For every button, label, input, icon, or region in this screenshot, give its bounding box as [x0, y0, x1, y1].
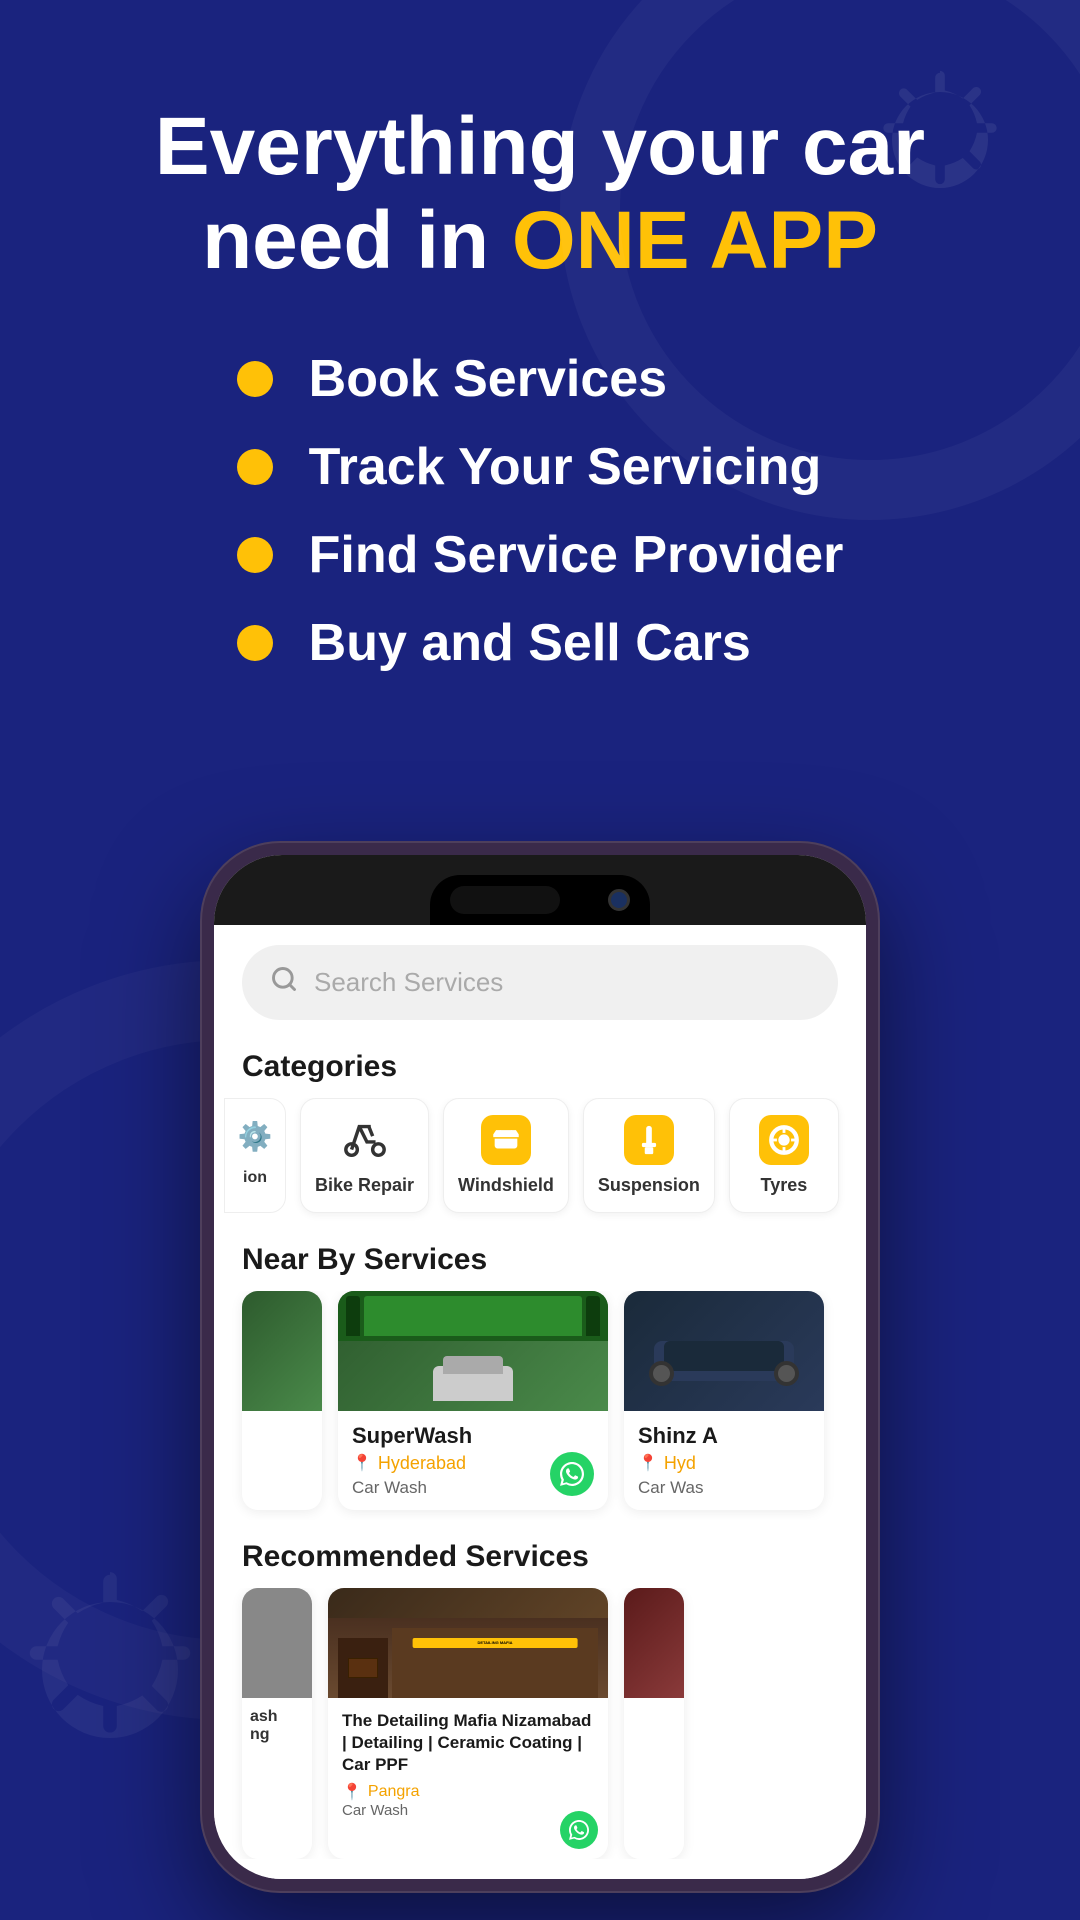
recommended-title: Recommended Services — [214, 1520, 866, 1588]
category-item-tyres[interactable]: Tyres — [729, 1098, 839, 1213]
category-item-bike-repair[interactable]: Bike Repair — [300, 1098, 429, 1213]
suspension-icon — [624, 1115, 674, 1165]
category-item-suspension[interactable]: Suspension — [583, 1098, 715, 1213]
feature-item-track: Track Your Servicing — [237, 437, 844, 497]
notch-pill — [430, 875, 650, 925]
phone-inner: Search Services Categories ⚙️ ion — [214, 855, 866, 1879]
feature-list: Book Services Track Your Servicing Find … — [237, 349, 844, 701]
bullet-dot — [237, 361, 273, 397]
partial-card-img — [242, 1291, 322, 1411]
shinz-location: 📍 Hyd — [638, 1453, 810, 1474]
categories-title: Categories — [214, 1030, 866, 1098]
windshield-icon — [481, 1115, 531, 1165]
partial-rec-img — [242, 1588, 312, 1698]
watermark-gear-top — [820, 20, 1060, 260]
detailing-image: DETAILING MAFIA — [328, 1588, 608, 1698]
tyres-label: Tyres — [761, 1175, 808, 1196]
shinz-info: Shinz A 📍 Hyd Car Was — [624, 1411, 824, 1510]
location-pin-icon: 📍 — [342, 1782, 362, 1802]
category-item-partial[interactable]: ⚙️ ion — [224, 1098, 286, 1213]
detailing-location: 📍 Pangra — [342, 1782, 594, 1802]
nearby-card-partial — [242, 1291, 322, 1510]
dynamic-island — [450, 886, 560, 914]
search-bar[interactable]: Search Services — [242, 945, 838, 1020]
rec-card-detailing-mafia[interactable]: DETAILING MAFIA The Detailing Mafia Niza… — [328, 1588, 608, 1859]
shinz-name: Shinz A — [638, 1423, 810, 1449]
partial-rec-name: ashng — [250, 1708, 304, 1744]
phone-outer: Search Services Categories ⚙️ ion — [200, 841, 880, 1893]
category-label-partial: ion — [243, 1169, 267, 1187]
whatsapp-button-superwash[interactable] — [550, 1452, 594, 1496]
location-pin-icon: 📍 — [352, 1453, 372, 1473]
front-camera — [608, 889, 630, 911]
suspension-label: Suspension — [598, 1175, 700, 1196]
feature-item-find: Find Service Provider — [237, 525, 844, 585]
rec-card-partial-right — [624, 1588, 684, 1859]
phone-status-bar — [214, 855, 866, 925]
search-icon — [270, 965, 298, 1000]
feature-item-book: Book Services — [237, 349, 844, 409]
bullet-dot — [237, 449, 273, 485]
car-body — [433, 1366, 513, 1401]
category-item-windshield[interactable]: Windshield — [443, 1098, 569, 1213]
category-icon-partial: ⚙️ — [233, 1115, 277, 1159]
recommended-row: ashng — [214, 1588, 866, 1859]
nearby-row: SuperWash 📍 Hyderabad Car Wash — [214, 1291, 866, 1520]
shinz-type: Car Was — [638, 1478, 810, 1498]
shinz-image — [624, 1291, 824, 1411]
superwash-image — [338, 1291, 608, 1411]
phone-screen: Search Services Categories ⚙️ ion — [214, 925, 866, 1879]
partial-right-img — [624, 1588, 684, 1698]
search-placeholder: Search Services — [314, 967, 503, 998]
nearby-title: Near By Services — [214, 1223, 866, 1291]
bike-repair-icon — [340, 1115, 390, 1165]
bullet-dot — [237, 625, 273, 661]
location-pin-icon: 📍 — [638, 1453, 658, 1473]
partial-rec-info: ashng — [242, 1698, 312, 1754]
rec-card-partial-left: ashng — [242, 1588, 312, 1859]
detailing-type: Car Wash — [342, 1802, 594, 1819]
superwash-name: SuperWash — [352, 1423, 594, 1449]
feature-item-buy: Buy and Sell Cars — [237, 613, 844, 673]
search-container: Search Services — [214, 925, 866, 1030]
nearby-card-shinz[interactable]: Shinz A 📍 Hyd Car Was — [624, 1291, 824, 1510]
tyres-icon — [759, 1115, 809, 1165]
categories-row: ⚙️ ion Bike Repair — [214, 1098, 866, 1223]
bike-repair-label: Bike Repair — [315, 1175, 414, 1196]
windshield-label: Windshield — [458, 1175, 554, 1196]
whatsapp-button-detailing[interactable] — [560, 1811, 598, 1849]
bullet-dot — [237, 537, 273, 573]
detailing-name: The Detailing Mafia Nizamabad | Detailin… — [342, 1710, 594, 1776]
nearby-card-superwash[interactable]: SuperWash 📍 Hyderabad Car Wash — [338, 1291, 608, 1510]
